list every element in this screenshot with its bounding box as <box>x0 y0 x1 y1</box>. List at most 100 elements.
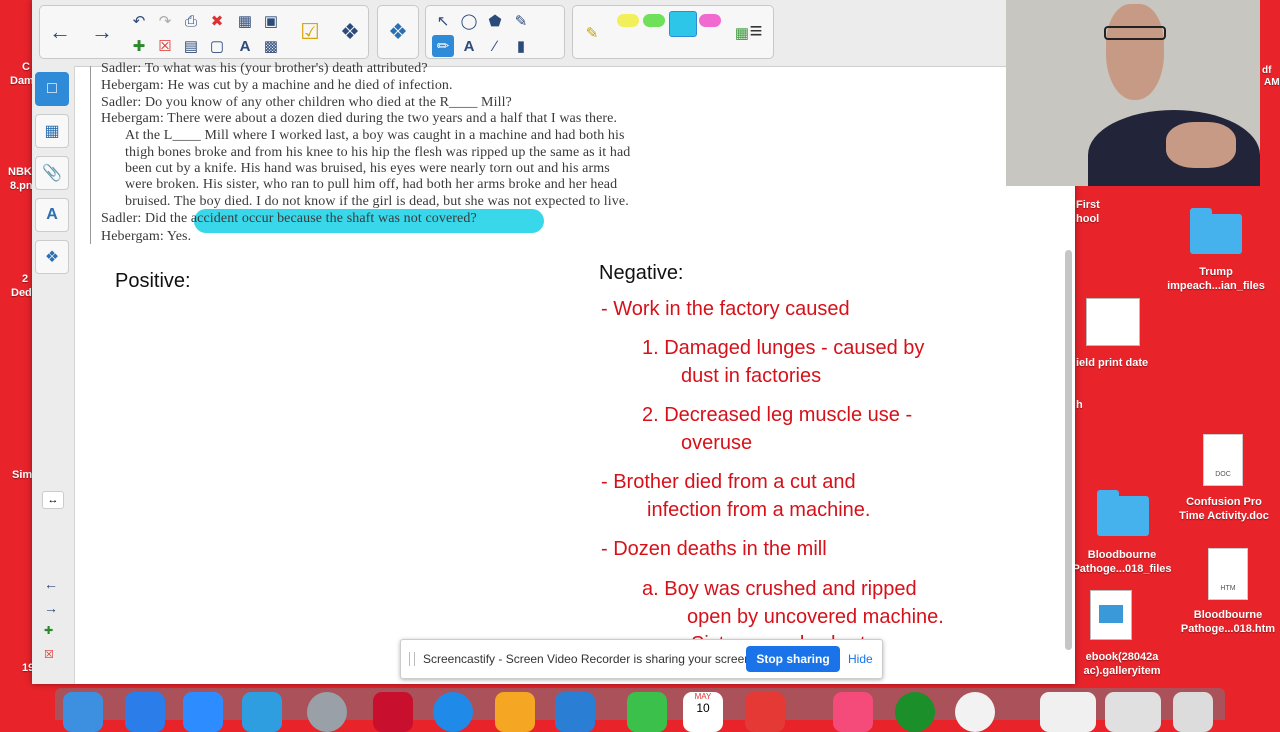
desktop-label-fragment: 2 <box>22 273 29 285</box>
pink-pen-swatch[interactable] <box>699 14 721 27</box>
hand-shape <box>1166 122 1236 168</box>
eraser-icon[interactable]: ▮ <box>510 35 532 57</box>
app-store-icon[interactable] <box>125 692 165 732</box>
add-on-icon[interactable]: ❖ <box>332 8 368 56</box>
notebook-dock-icon[interactable] <box>242 692 282 732</box>
desktop-icon-label[interactable]: Bloodbourne Pathoge...018_files <box>1070 548 1174 576</box>
select-icon[interactable]: ↖ <box>432 10 454 32</box>
folder-icon[interactable] <box>1190 208 1242 254</box>
delete-icon[interactable]: ✖ <box>206 10 228 32</box>
image-icon <box>1099 605 1123 623</box>
desktop-icon-label[interactable]: ebook(28042a ac).galleryitem <box>1070 650 1174 678</box>
highlighter-icon[interactable]: ✎ <box>581 22 603 44</box>
zoom-icon[interactable] <box>183 692 223 732</box>
positive-heading: Positive: <box>115 270 191 292</box>
desktop-label-fragment: NBK <box>8 166 32 178</box>
hide-link[interactable]: Hide <box>848 652 873 666</box>
fill-icon[interactable]: ⬟ <box>484 10 506 32</box>
save-icon[interactable]: ▤ <box>180 35 202 57</box>
desktop-label-fragment: AM <box>1264 77 1280 88</box>
window-thumbnail-icon[interactable] <box>1040 692 1096 732</box>
properties-icon[interactable]: ≡ <box>738 7 774 55</box>
trash-icon[interactable] <box>1173 692 1213 732</box>
webcam-overlay <box>1006 0 1260 186</box>
testimony-line: Sadler: To what was his (your brother's)… <box>101 61 428 76</box>
keynote-icon[interactable] <box>555 692 595 732</box>
forward-arrow-icon[interactable]: → <box>84 8 120 56</box>
desktop-icon-label[interactable]: Bloodbourne Pathoge...018.htm <box>1178 608 1278 636</box>
desktop-label-fragment: 8.pn <box>10 180 33 192</box>
full-screen-icon[interactable]: ▢ <box>206 35 228 57</box>
puzzle-icon[interactable]: ❖ <box>380 8 416 56</box>
main-toolbar: ← → ↶ ↷ ⎙ ✖ ▦ ▣ ✚ ☒ ▤ ▢ A ▩ ☑ ❖ ❖ ↖ ◯ ⬟ … <box>32 0 1075 67</box>
note-line: - Dozen deaths in the mill <box>601 538 827 560</box>
vertical-scrollbar[interactable] <box>1065 250 1072 650</box>
resize-handle-icon[interactable]: ↔ <box>42 491 64 509</box>
toolbar-group-tools: ↖ ◯ ⬟ ✎ ✏ A ∕ ▮ <box>425 5 565 59</box>
testimony-line: were broken. His sister, who ran to pull… <box>125 177 618 192</box>
text-recognition-icon[interactable]: A <box>234 35 256 57</box>
stop-sharing-button[interactable]: Stop sharing <box>746 646 840 672</box>
back-arrow-icon[interactable]: ← <box>42 8 78 56</box>
text-tool-icon[interactable]: A <box>458 35 480 57</box>
finder-icon[interactable] <box>63 692 103 732</box>
screenshot-icon[interactable]: ▣ <box>260 10 282 32</box>
add-page-icon[interactable]: ✚ <box>128 35 150 57</box>
htm-file-icon[interactable]: HTM <box>1208 548 1248 600</box>
next-page-icon[interactable]: → <box>44 600 58 616</box>
folder-icon[interactable] <box>1097 490 1149 536</box>
launchpad-icon[interactable] <box>307 692 347 732</box>
desktop-label-fragment: Ded <box>11 287 32 299</box>
green-pen-swatch[interactable] <box>643 14 665 27</box>
drag-handle-icon[interactable] <box>409 652 415 666</box>
safari-icon[interactable] <box>433 692 473 732</box>
testimony-line: Hebergam: He was cut by a machine and he… <box>101 78 453 93</box>
thumbnail-icon[interactable] <box>1086 298 1140 346</box>
note-line: 2. Decreased leg muscle use - <box>642 404 913 426</box>
gallery-file-icon[interactable] <box>1090 590 1132 640</box>
table-icon[interactable]: ▦ <box>234 10 256 32</box>
add-ons-icon[interactable]: ❖ <box>35 240 69 274</box>
note-line: overuse <box>681 432 753 454</box>
desktop-label-fragment: ield print date <box>1076 357 1149 369</box>
page-sorter-icon[interactable]: □ <box>35 72 69 106</box>
gallery-icon[interactable]: ▦ <box>35 114 69 148</box>
paste-icon[interactable]: ⎙ <box>180 10 202 32</box>
attachment-icon[interactable]: 📎 <box>35 156 69 190</box>
line-icon[interactable]: ∕ <box>484 35 506 57</box>
testimony-line: Sadler: Do you know of any other childre… <box>101 95 512 110</box>
music-icon[interactable] <box>833 692 873 732</box>
capture-icon[interactable]: ▩ <box>260 35 282 57</box>
prev-page-icon[interactable]: ← <box>44 576 58 592</box>
numbers-icon[interactable] <box>627 692 667 732</box>
delete-page-small-icon[interactable]: ☒ <box>44 648 54 661</box>
delete-page-icon[interactable]: ☒ <box>154 35 176 57</box>
doc-file-icon[interactable]: DOC <box>1203 434 1243 486</box>
window-thumbnail-icon[interactable] <box>1105 692 1161 732</box>
add-page-small-icon[interactable]: ✚ <box>44 624 53 637</box>
yellow-pen-swatch[interactable] <box>617 14 639 27</box>
calendar-icon[interactable]: MAY 10 <box>683 692 723 732</box>
toolbar-group-page: ← → ↶ ↷ ⎙ ✖ ▦ ▣ ✚ ☒ ▤ ▢ A ▩ ☑ ❖ <box>39 5 369 59</box>
cyan-pen-swatch[interactable] <box>669 11 697 37</box>
glasses-shape <box>1104 26 1166 40</box>
desktop-label-fragment: Dam <box>10 75 34 87</box>
facetime-icon[interactable] <box>895 692 935 732</box>
redo-icon[interactable]: ↷ <box>154 10 176 32</box>
desktop-icon-label[interactable]: Confusion Pro Time Activity.doc <box>1172 495 1276 523</box>
note-line: - Brother died from a cut and <box>601 471 856 493</box>
calendar-day: 10 <box>696 701 710 715</box>
eraser-pen-icon[interactable]: ✎ <box>510 10 532 32</box>
chrome-icon[interactable] <box>955 692 995 732</box>
pen-icon[interactable]: ✏ <box>432 35 454 57</box>
properties-panel-icon[interactable]: A <box>35 198 69 232</box>
desktop-icon-label[interactable]: Trump impeach...ian_files <box>1166 265 1266 293</box>
testimony-line: Hebergam: Yes. <box>101 229 192 244</box>
check-icon[interactable]: ☑ <box>292 8 328 56</box>
pages-icon[interactable] <box>495 692 535 732</box>
shapes-icon[interactable]: ◯ <box>458 10 480 32</box>
news-icon[interactable] <box>745 692 785 732</box>
team-logo-icon[interactable] <box>373 692 413 732</box>
undo-icon[interactable]: ↶ <box>128 10 150 32</box>
testimony-line: At the L____ Mill where I worked last, a… <box>125 128 625 143</box>
